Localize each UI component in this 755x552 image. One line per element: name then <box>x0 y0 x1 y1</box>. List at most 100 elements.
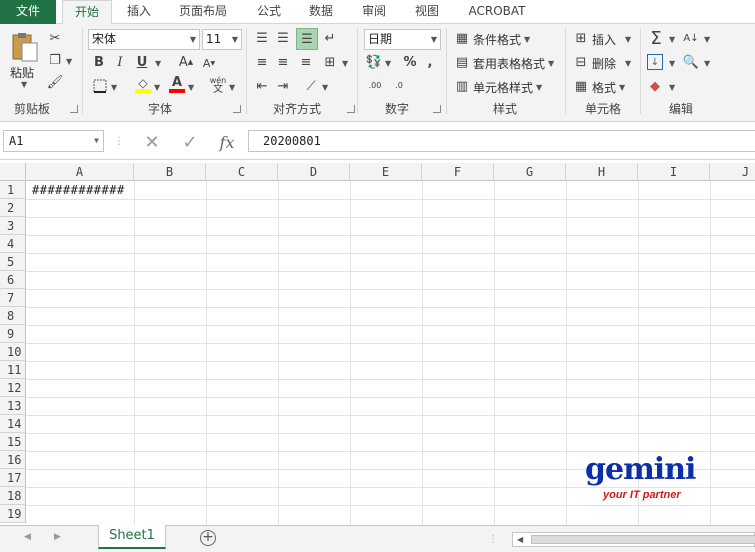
autosum-icon[interactable]: Σ <box>646 28 666 49</box>
row-header[interactable]: 18 <box>0 487 26 505</box>
enter-check-icon[interactable]: ✓ <box>178 131 202 153</box>
merge-dropdown-icon[interactable]: ▼ <box>342 59 348 68</box>
tab-review[interactable]: 审阅 <box>353 0 395 24</box>
scroll-thumb[interactable] <box>531 535 755 544</box>
row-header[interactable]: 19 <box>0 505 26 523</box>
increase-font-icon[interactable]: A ▲ <box>178 54 194 70</box>
tab-file[interactable]: 文件 <box>0 0 56 24</box>
paste-label[interactable]: 粘贴 <box>10 64 34 81</box>
row-header[interactable]: 13 <box>0 397 26 415</box>
add-sheet-icon[interactable]: + <box>200 530 216 546</box>
tab-view[interactable]: 视图 <box>406 0 448 24</box>
row-header[interactable]: 6 <box>0 271 26 289</box>
sort-filter-icon[interactable]: A↓ <box>682 30 700 46</box>
orientation-dropdown-icon[interactable]: ▼ <box>322 83 328 92</box>
row-header[interactable]: 2 <box>0 199 26 217</box>
tab-page-layout[interactable]: 页面布局 <box>172 0 234 24</box>
format-painter-icon[interactable]: 🖌 <box>46 74 64 90</box>
prev-sheet-icon[interactable]: ◀ <box>24 532 31 542</box>
tab-formulas[interactable]: 公式 <box>248 0 290 24</box>
fill-color-icon[interactable]: ◇ <box>134 76 152 94</box>
border-dropdown-icon[interactable]: ▼ <box>111 83 117 92</box>
align-middle-icon[interactable]: ☰ <box>275 30 291 46</box>
percent-icon[interactable]: % <box>402 54 418 70</box>
clear-dropdown-icon[interactable]: ▼ <box>669 83 675 92</box>
row-header[interactable]: 8 <box>0 307 26 325</box>
cut-icon[interactable]: ✂ <box>46 30 64 46</box>
tab-home[interactable]: 开始 <box>62 0 112 25</box>
font-color-dropdown-icon[interactable]: ▼ <box>188 83 194 92</box>
insert-cells-icon[interactable]: ⊞ <box>573 30 589 46</box>
name-box[interactable]: A1 ▼ <box>3 130 104 152</box>
column-header[interactable]: E <box>350 163 422 181</box>
column-header[interactable]: G <box>494 163 566 181</box>
insert-cells-button[interactable]: 插入 <box>592 31 616 48</box>
insert-function-icon[interactable]: fx <box>214 131 240 153</box>
decrease-indent-icon[interactable]: ⇤ <box>254 78 270 94</box>
cell-styles-button[interactable]: 单元格样式 <box>473 79 533 96</box>
column-header[interactable]: A <box>26 163 134 181</box>
number-launcher-icon[interactable] <box>433 105 441 113</box>
font-name-select[interactable]: 宋体 ▼ <box>88 29 200 50</box>
alignment-launcher-icon[interactable] <box>347 105 355 113</box>
conditional-format-button[interactable]: 条件格式 <box>473 31 521 48</box>
column-header[interactable]: I <box>638 163 710 181</box>
row-header[interactable]: 15 <box>0 433 26 451</box>
align-center-icon[interactable]: ≡ <box>275 54 291 70</box>
merge-center-icon[interactable]: ⊞ <box>322 54 338 70</box>
cell-styles-icon[interactable]: ▥ <box>454 78 470 94</box>
sort-dropdown-icon[interactable]: ▼ <box>704 35 710 44</box>
fill-dropdown-icon[interactable]: ▼ <box>154 83 160 92</box>
format-table-icon[interactable]: ▤ <box>454 54 470 70</box>
column-header[interactable]: B <box>134 163 206 181</box>
column-header[interactable]: C <box>206 163 278 181</box>
tab-data[interactable]: 数据 <box>300 0 342 24</box>
number-format-select[interactable]: 日期 ▼ <box>364 29 441 50</box>
row-header[interactable]: 9 <box>0 325 26 343</box>
border-icon[interactable] <box>92 78 108 94</box>
clear-icon[interactable]: ◆ <box>647 78 663 94</box>
select-all-corner[interactable] <box>0 163 26 181</box>
row-header[interactable]: 17 <box>0 469 26 487</box>
row-header[interactable]: 5 <box>0 253 26 271</box>
underline-icon[interactable]: U <box>135 54 149 70</box>
row-header[interactable]: 7 <box>0 289 26 307</box>
orientation-icon[interactable]: ⟋ <box>303 78 319 94</box>
phonetic-dropdown-icon[interactable]: ▼ <box>229 83 235 92</box>
tab-insert[interactable]: 插入 <box>118 0 160 24</box>
column-header[interactable]: J <box>710 163 755 181</box>
delete-cells-icon[interactable]: ⊟ <box>573 54 589 70</box>
next-sheet-icon[interactable]: ▶ <box>54 532 61 542</box>
decrease-font-icon[interactable]: A ▼ <box>201 56 217 70</box>
fill-dropdown-icon[interactable]: ▼ <box>669 59 675 68</box>
find-select-icon[interactable]: 🔍 <box>682 54 700 70</box>
align-left-icon[interactable]: ≡ <box>254 54 270 70</box>
column-header[interactable]: D <box>278 163 350 181</box>
autosum-dropdown-icon[interactable]: ▼ <box>669 35 675 44</box>
column-header[interactable]: H <box>566 163 638 181</box>
italic-icon[interactable]: I <box>113 54 127 70</box>
font-launcher-icon[interactable] <box>233 105 241 113</box>
paste-dropdown-icon[interactable]: ▼ <box>21 80 27 89</box>
horizontal-scrollbar[interactable]: ◀ <box>512 532 755 547</box>
delete-cells-button[interactable]: 删除 <box>592 55 616 72</box>
format-cells-icon[interactable]: ▦ <box>573 78 589 94</box>
decrease-decimal-icon[interactable]: .0 <box>390 76 408 94</box>
row-header[interactable]: 16 <box>0 451 26 469</box>
fill-down-icon[interactable]: ↓ <box>647 54 663 70</box>
phonetic-icon[interactable]: wén 文 <box>209 74 227 96</box>
increase-decimal-icon[interactable]: .00 <box>366 76 384 94</box>
wrap-text-icon[interactable]: ↵ <box>322 30 338 46</box>
bold-icon[interactable]: B <box>92 54 106 70</box>
underline-dropdown-icon[interactable]: ▼ <box>155 59 161 68</box>
format-cells-button[interactable]: 格式 <box>592 79 616 96</box>
clipboard-launcher-icon[interactable] <box>70 105 78 113</box>
formula-input[interactable]: 20200801 <box>248 130 755 152</box>
align-top-icon[interactable]: ☰ <box>254 30 270 46</box>
copy-icon[interactable]: ❐ <box>46 52 64 68</box>
font-color-icon[interactable]: A <box>168 76 186 94</box>
row-header[interactable]: 10 <box>0 343 26 361</box>
align-right-icon[interactable]: ≡ <box>298 54 314 70</box>
cancel-icon[interactable]: ✕ <box>140 131 164 153</box>
row-header[interactable]: 4 <box>0 235 26 253</box>
